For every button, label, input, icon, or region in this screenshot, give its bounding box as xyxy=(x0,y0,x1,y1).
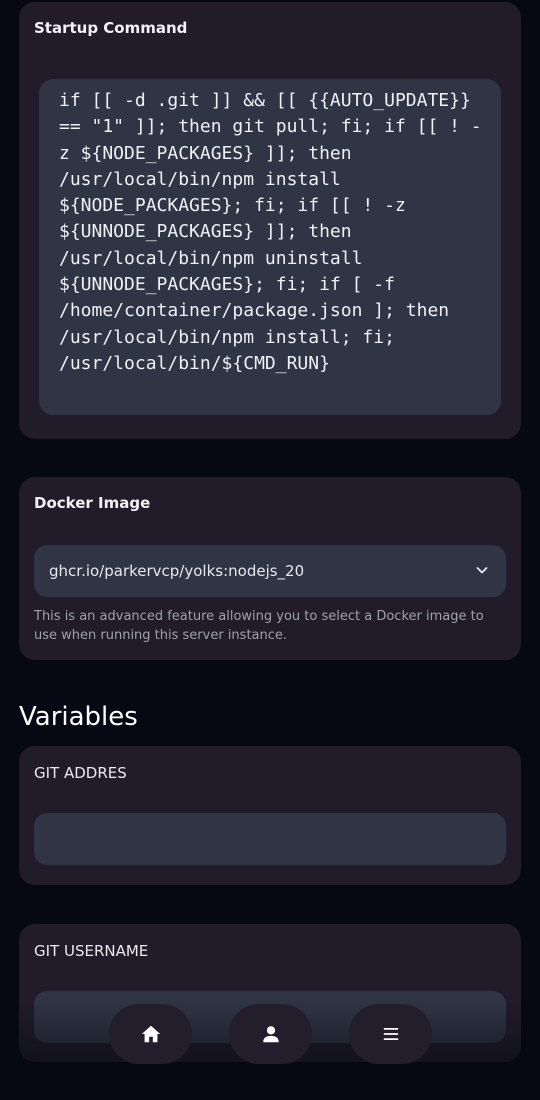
nav-menu-button[interactable] xyxy=(349,1004,432,1064)
user-icon xyxy=(262,1026,279,1043)
variable-label-git-address: GIT ADDRES xyxy=(34,764,127,782)
variable-label-git-username: GIT USERNAME xyxy=(34,942,149,960)
variable-card-git-address: GIT ADDRES xyxy=(19,746,521,885)
nav-home-button[interactable] xyxy=(109,1004,192,1064)
variables-heading: Variables xyxy=(19,702,138,732)
docker-image-card: Docker Image ghcr.io/parkervcp/yolks:nod… xyxy=(19,477,521,660)
startup-command-title: Startup Command xyxy=(34,19,188,37)
menu-icon xyxy=(383,1028,398,1040)
startup-command-card: Startup Command if [[ -d .git ]] && [[ {… xyxy=(19,2,521,439)
nav-account-button[interactable] xyxy=(229,1004,312,1064)
docker-image-title: Docker Image xyxy=(34,494,151,512)
startup-command-code: if [[ -d .git ]] && [[ {{AUTO_UPDATE}} =… xyxy=(39,79,501,415)
home-icon xyxy=(141,1025,160,1043)
docker-image-help-text: This is an advanced feature allowing you… xyxy=(34,609,484,643)
bottom-navigation xyxy=(0,1004,540,1064)
docker-image-select[interactable]: ghcr.io/parkervcp/yolks:nodejs_20 xyxy=(34,545,506,597)
chevron-down-icon xyxy=(476,567,488,574)
docker-image-selected-value: ghcr.io/parkervcp/yolks:nodejs_20 xyxy=(49,562,305,580)
git-address-input[interactable] xyxy=(34,813,506,865)
